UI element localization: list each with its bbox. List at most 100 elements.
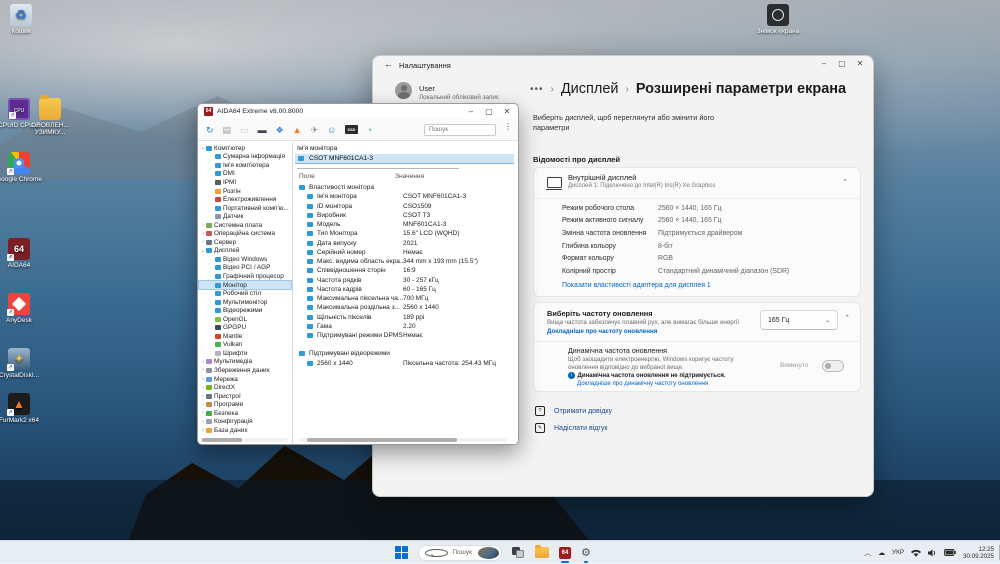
tree-horizontal-scrollbar[interactable] [200,438,288,442]
dynamic-refresh-link[interactable]: Докладніше про динамічну частоту оновлен… [577,380,708,387]
tree-item[interactable]: › Сервер [199,238,291,247]
desktop-icon-recycle-bin[interactable]: ♻ Кошик [0,4,47,35]
tree-item[interactable]: Мультимонітор [199,298,291,307]
tree-item[interactable]: › Програми [199,400,291,409]
grid-row[interactable]: Виробник CSOT T3 [299,211,513,220]
tree-item[interactable]: Робочий стіл [199,289,291,298]
ssd-benchmark-icon[interactable]: SSD [345,125,358,134]
grid-row[interactable]: Частота кадрів 60 - 165 Гц [299,285,513,294]
tree-item[interactable]: › Збереження даних [199,366,291,375]
grid-row[interactable]: 2560 x 1440 Піксельна частота: 254.43 МГц [299,359,513,368]
language-indicator[interactable]: УКР [892,549,904,556]
grid-row[interactable]: Гама 2.20 [299,322,513,331]
desktop-icon-chrome[interactable]: ↗ Google Chrome [0,152,45,183]
grid-row[interactable]: Підтримувані режими DPMS Немає [299,331,513,340]
hidden-icons-chevron[interactable]: ︿ [864,548,871,558]
desktop-icon-crystaldiskinfo[interactable]: ◈ ↗ CrystalDiskI... [0,348,45,379]
tree-item[interactable]: GPGPU [199,323,291,332]
tree-item[interactable]: Шрифти [199,349,291,358]
tree-item[interactable]: Сумарна інформація [199,153,291,162]
breadcrumb-ellipsis-button[interactable]: ••• [530,84,544,95]
dynamic-refresh-toggle[interactable] [822,360,844,372]
minimize-button[interactable]: – [462,105,480,118]
tree-item[interactable]: › Мережа [199,375,291,384]
grid-row[interactable]: Макс. видима область екра... 344 mm x 193… [299,257,513,266]
grid-section-row[interactable]: Властивості монітора [299,183,513,192]
grid-row[interactable]: Співвідношення сторін 16:9 [299,266,513,275]
maximize-button[interactable]: ▢ [480,105,498,118]
tree-item[interactable]: Електроживлення [199,195,291,204]
tree-item[interactable]: › Операційна система [199,229,291,238]
breadcrumb-parent[interactable]: Дисплей [561,81,619,97]
close-button[interactable]: ✕ [851,57,869,70]
minimize-button[interactable]: – [815,57,833,70]
aida64-taskbar-button[interactable]: 64 [559,546,571,563]
chevron-up-icon[interactable]: ⌃ [844,314,850,322]
refresh-rate-more-link[interactable]: Докладніше про частоту оновлення [547,328,657,335]
back-button[interactable]: ← [384,59,393,69]
memory-icon[interactable]: ▬ [258,124,267,136]
grid-row[interactable]: ID монітора CSO1509 [299,202,513,211]
chevron-up-icon[interactable]: ⌃ [842,178,848,186]
tree-item[interactable]: Відеорежими [199,306,291,315]
gauge-icon[interactable]: ◔ [367,124,372,136]
grid-row[interactable]: Модель MNF601CA1-3 [299,220,513,229]
tree-item[interactable]: › Мультимедіа [199,358,291,367]
task-view-button[interactable] [512,547,525,558]
tree-item[interactable]: › DirectX [199,383,291,392]
tree-item[interactable]: Портативний комп'ю... [199,204,291,213]
wifi-icon[interactable] [911,549,922,557]
devices-icon[interactable]: ❖ [276,124,284,136]
onedrive-cloud-icon[interactable]: ☁ [878,549,885,557]
refresh-icon[interactable]: ↻ [206,124,214,136]
grid-row[interactable]: Максимальна піксельна ча... 700 МГц [299,294,513,303]
clock[interactable]: 12:25 30.09.2025 [963,546,994,560]
desktop-icon-updates-folder[interactable]: ОНОВЛЕН... УЗИМКУ... [24,95,76,136]
grid-row[interactable]: Щільність пікселів 189 ppi [299,313,513,322]
tree-item[interactable]: IPMI [199,178,291,187]
benchmark-icon[interactable]: ✈ [311,124,319,136]
grid-section-row[interactable]: Підтримувані відеорежими [299,349,513,358]
tree-item[interactable]: Датчик [199,212,291,221]
tree-item[interactable]: Vulkan [199,341,291,350]
disc-icon[interactable]: ▭ [240,124,249,136]
desktop-icon-aida64[interactable]: 64 ↗ AIDA64 [0,238,45,269]
monitor-selected-item[interactable]: CSOT MNF601CA1-3 [295,154,514,164]
tree-item[interactable]: ⌄ Комп'ютер [199,144,291,153]
grid-row[interactable]: Тип Монітора 15.6" LCD (WQHD) [299,229,513,238]
tree-item[interactable]: ⌄ Дисплей [199,247,291,256]
report-icon[interactable]: ▤ [223,124,232,136]
grid-row[interactable]: Серійний номер Немає [299,248,513,257]
start-button[interactable] [395,546,408,559]
tree-item[interactable]: › Системна плата [199,221,291,230]
tree-item[interactable]: › База даних [199,426,291,435]
aida64-search-input[interactable] [424,123,496,136]
grid-row[interactable]: Частота рядків 30 - 257 кГц [299,276,513,285]
user-avatar[interactable] [395,82,412,99]
tree-item[interactable]: › Конфігурація [199,418,291,427]
file-explorer-button[interactable] [535,545,549,558]
volume-icon[interactable] [928,549,937,557]
tree-item[interactable]: Відео Windows [199,255,291,264]
tree-item[interactable]: Графічний процесор [199,272,291,281]
grid-row[interactable]: Ім'я монітора CSOT MNF601CA1-3 [299,192,513,201]
more-options-icon[interactable]: ⋮ [504,122,512,131]
maximize-button[interactable]: ▢ [833,57,851,70]
send-feedback-link[interactable]: ✎ Надіслати відгук [535,423,607,433]
grid-horizontal-scrollbar[interactable] [299,438,507,442]
battery-icon[interactable] [944,549,956,556]
settings-taskbar-button[interactable]: ⚙ [581,547,591,563]
burn-test-icon[interactable]: ▲ [293,124,302,136]
tree-item[interactable]: DMI [199,170,291,179]
close-button[interactable]: ✕ [498,105,516,118]
tree-item[interactable]: Розгін [199,187,291,196]
grid-row[interactable]: Максимальна роздільна з... 2560 x 1440 [299,303,513,312]
user-icon[interactable]: ☺ [327,124,336,136]
desktop-icon-screenshot[interactable]: Знімок екрана [752,4,804,35]
get-help-link[interactable]: ? Отримати довідку [535,406,612,416]
adapter-properties-link[interactable]: Показати властивості адаптера для диспле… [562,282,711,289]
tree-item[interactable]: OpenGL [199,315,291,324]
tree-item[interactable]: Монітор [198,279,292,291]
tree-item[interactable]: Mantle [199,332,291,341]
desktop-icon-anydesk[interactable]: ↗ AnyDesk [0,293,45,324]
